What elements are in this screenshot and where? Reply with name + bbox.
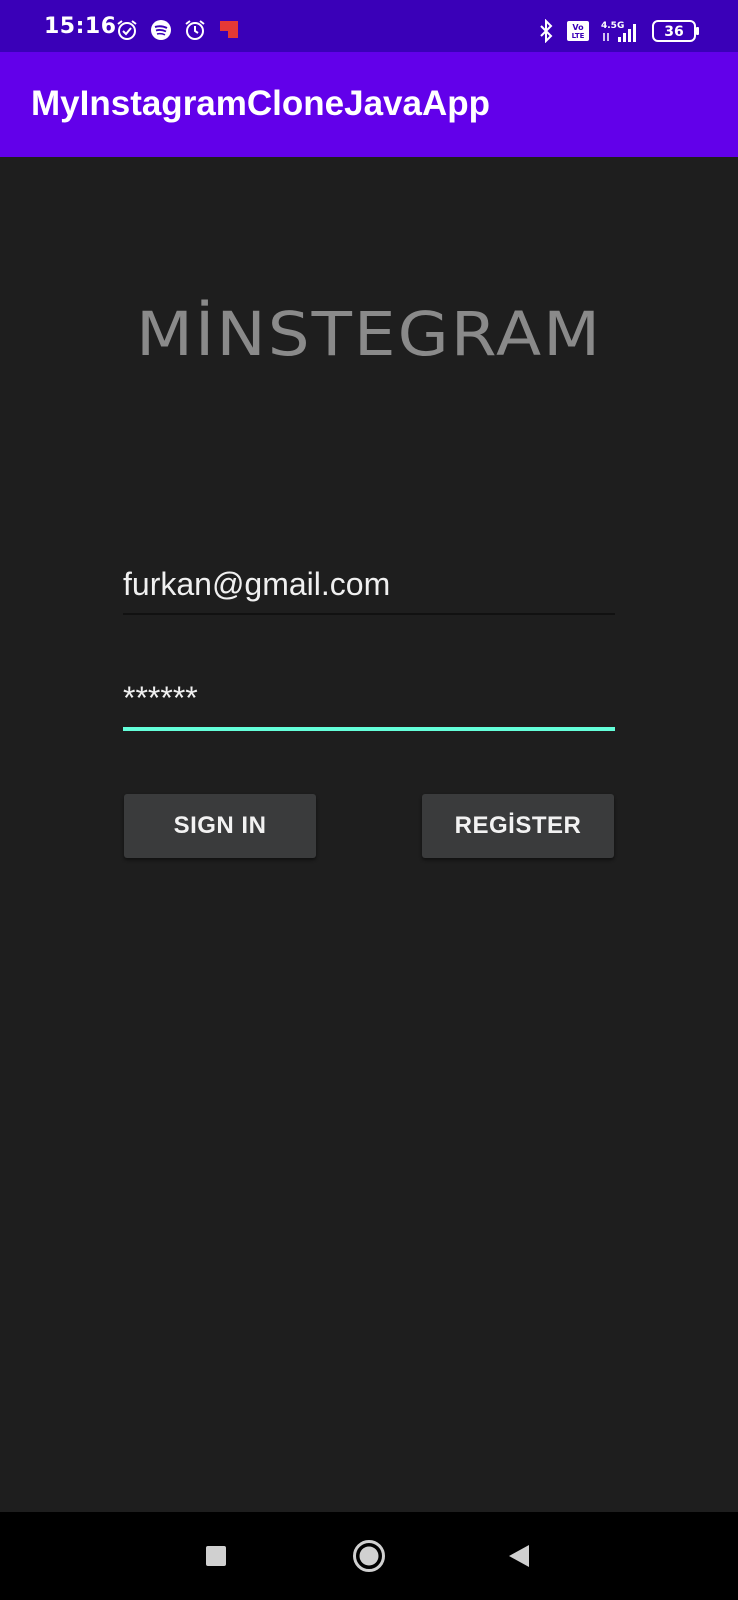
sign-in-button[interactable]: SIGN IN — [124, 794, 316, 858]
svg-text:36: 36 — [664, 24, 683, 40]
svg-text:Vo: Vo — [572, 23, 584, 32]
status-time: 15:16 — [44, 14, 117, 39]
register-button[interactable]: REGİSTER — [422, 794, 614, 858]
app-title: MyInstagramCloneJavaApp — [31, 84, 491, 123]
recents-square-icon — [206, 1546, 226, 1566]
spotify-icon — [150, 19, 172, 41]
status-bar: 15:16 Vo LTE 4.5G 36 — [0, 0, 738, 52]
bluetooth-icon — [536, 19, 556, 43]
app-notification-icon — [218, 19, 240, 41]
login-screen: 15:16 Vo LTE 4.5G 36 MyInstagramCloneJav… — [0, 0, 738, 1600]
email-input[interactable] — [123, 566, 615, 613]
volte-icon: Vo LTE — [566, 20, 590, 42]
email-underline — [123, 613, 615, 615]
svg-text:LTE: LTE — [572, 32, 585, 40]
app-bar: MyInstagramCloneJavaApp — [0, 52, 738, 157]
password-field-container — [123, 680, 615, 731]
status-system-icons: Vo LTE 4.5G 36 — [536, 19, 700, 43]
password-input[interactable] — [123, 680, 615, 727]
alarm-icon — [184, 19, 206, 41]
signal-4-5g-icon: 4.5G — [600, 19, 642, 43]
system-nav-bar — [0, 1512, 738, 1600]
home-button[interactable] — [345, 1532, 393, 1580]
back-triangle-icon — [509, 1545, 529, 1567]
app-logo-text: MİNSTEGRAM — [135, 299, 603, 370]
recents-button[interactable] — [192, 1532, 240, 1580]
password-underline-focused — [123, 727, 615, 731]
svg-text:4.5G: 4.5G — [601, 21, 624, 31]
home-circle-icon — [353, 1540, 385, 1572]
alarm-check-icon — [116, 19, 138, 41]
email-field-container — [123, 566, 615, 615]
status-notification-icons — [116, 19, 240, 41]
back-button[interactable] — [496, 1532, 544, 1580]
battery-icon: 36 — [652, 19, 700, 43]
